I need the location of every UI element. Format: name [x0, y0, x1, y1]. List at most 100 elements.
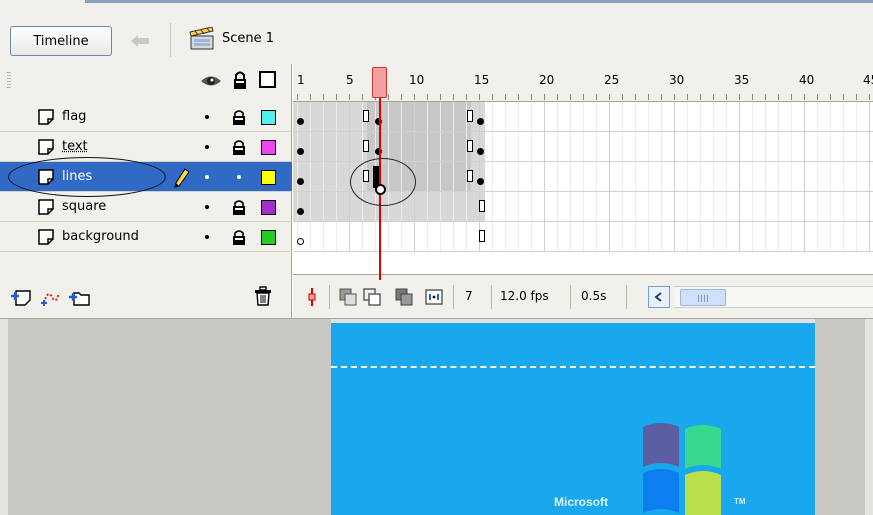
layer-name: lines	[62, 169, 92, 184]
insert-folder-icon[interactable]	[68, 287, 90, 307]
ruler-label: 25	[604, 73, 619, 87]
layer-panel: flag text lines square background	[0, 64, 292, 318]
frame-end-marker	[467, 110, 473, 122]
ruler-label: 1	[297, 73, 305, 87]
outline-color-swatch[interactable]	[261, 140, 276, 155]
add-motion-guide-icon[interactable]	[40, 287, 62, 307]
keyframe-dot[interactable]	[477, 178, 484, 185]
layer-row-text[interactable]: text	[0, 132, 292, 162]
footer-separator	[570, 285, 571, 309]
lock-icon[interactable]	[232, 199, 246, 215]
layer-page-icon	[38, 169, 54, 185]
elapsed-time-readout: 0.5s	[581, 289, 606, 303]
lock-icon[interactable]	[232, 70, 248, 90]
microsoft-logo-text: Microsoft	[554, 495, 608, 509]
layer-row-flag[interactable]: flag	[0, 102, 292, 132]
ruler-label: 40	[799, 73, 814, 87]
lock-dot[interactable]	[237, 175, 241, 179]
onion-skin-outlines-icon[interactable]	[361, 286, 383, 308]
layer-row-lines[interactable]: lines	[0, 162, 292, 192]
scene-clapper-icon	[189, 27, 215, 51]
layer-name: flag	[62, 109, 86, 124]
lock-icon[interactable]	[232, 109, 246, 125]
visibility-dot[interactable]	[205, 175, 209, 179]
frame-end-marker	[363, 140, 369, 152]
footer-separator	[491, 285, 492, 309]
keyframe-dot[interactable]	[297, 178, 304, 185]
pasteboard-left	[8, 319, 331, 515]
visibility-dot[interactable]	[205, 115, 209, 119]
back-arrow-icon[interactable]	[126, 31, 154, 51]
panel-grip-handle[interactable]	[7, 72, 11, 90]
layer-row-square[interactable]: square	[0, 192, 292, 222]
layer-page-icon	[38, 109, 54, 125]
keyframe-dot[interactable]	[297, 118, 304, 125]
trademark-text: TM	[734, 497, 746, 506]
keyframe-dot[interactable]	[297, 148, 304, 155]
ruler-label: 45	[863, 73, 873, 87]
layer-page-icon	[38, 139, 54, 155]
center-frame-icon[interactable]	[301, 286, 323, 308]
frame-end-marker	[363, 170, 369, 182]
layer-page-icon	[38, 229, 54, 245]
delete-layer-icon[interactable]	[254, 286, 272, 306]
keyframe-dot[interactable]	[297, 208, 304, 215]
dashed-line-shape[interactable]	[331, 366, 815, 368]
visibility-dot[interactable]	[205, 145, 209, 149]
ruler-label: 20	[539, 73, 554, 87]
layer-row-background[interactable]: background	[0, 222, 292, 252]
outline-toggle-icon[interactable]	[259, 71, 276, 88]
onion-skin-icon[interactable]	[337, 286, 359, 308]
ruler-label: 35	[734, 73, 749, 87]
horizontal-scrollbar[interactable]	[674, 286, 873, 308]
insert-layer-icon[interactable]	[10, 287, 32, 307]
footer-separator	[626, 285, 627, 309]
ruler-label: 5	[346, 73, 354, 87]
timeline-toolbar: Timeline Scene 1	[0, 0, 873, 64]
playhead-handle[interactable]	[372, 67, 387, 98]
visibility-dot[interactable]	[205, 205, 209, 209]
outline-color-swatch[interactable]	[261, 200, 276, 215]
scroll-left-button[interactable]	[648, 286, 670, 308]
frame-end-marker	[467, 170, 473, 182]
stage-canvas[interactable]: Microsoft TM	[331, 323, 815, 515]
lock-icon[interactable]	[232, 229, 246, 245]
modify-onion-markers-icon[interactable]	[423, 286, 445, 308]
footer-separator	[453, 285, 454, 309]
layer-name: text	[62, 139, 88, 154]
footer-separator	[329, 285, 330, 309]
layer-name: background	[62, 229, 139, 244]
edit-multiple-frames-icon[interactable]	[393, 286, 415, 308]
keyframe-dot[interactable]	[477, 118, 484, 125]
windows-flag-logo[interactable]	[641, 419, 721, 515]
layer-footer	[0, 274, 292, 318]
empty-keyframe-dot[interactable]	[297, 238, 304, 245]
frame-end-marker	[363, 110, 369, 122]
current-frame-readout: 7	[465, 289, 473, 303]
pasteboard-right	[815, 319, 865, 515]
scrollbar-thumb[interactable]	[680, 289, 726, 306]
visibility-dot[interactable]	[205, 235, 209, 239]
frame-end-marker	[467, 140, 473, 152]
eye-icon[interactable]	[200, 72, 222, 90]
current-keyframe-marker[interactable]	[375, 184, 386, 195]
stage-workspace: Microsoft TM	[0, 318, 873, 515]
layer-header	[0, 64, 292, 102]
frame-end-marker	[479, 200, 485, 212]
timeline-toggle-button[interactable]: Timeline	[10, 26, 112, 56]
frame-rate-readout: 12.0 fps	[500, 289, 549, 303]
lock-icon[interactable]	[232, 139, 246, 155]
scene-label[interactable]: Scene 1	[222, 31, 274, 46]
frames-footer: 7 12.0 fps 0.5s	[293, 274, 873, 318]
toolbar-separator	[170, 23, 171, 57]
outline-color-swatch[interactable]	[261, 230, 276, 245]
frame-end-marker	[479, 230, 485, 242]
keyframe-dot[interactable]	[477, 148, 484, 155]
ruler-label: 30	[669, 73, 684, 87]
ruler-label: 10	[409, 73, 424, 87]
pencil-icon	[174, 168, 190, 188]
outline-color-swatch[interactable]	[261, 170, 276, 185]
layer-name: square	[62, 199, 106, 214]
layer-page-icon	[38, 199, 54, 215]
outline-color-swatch[interactable]	[261, 110, 276, 125]
